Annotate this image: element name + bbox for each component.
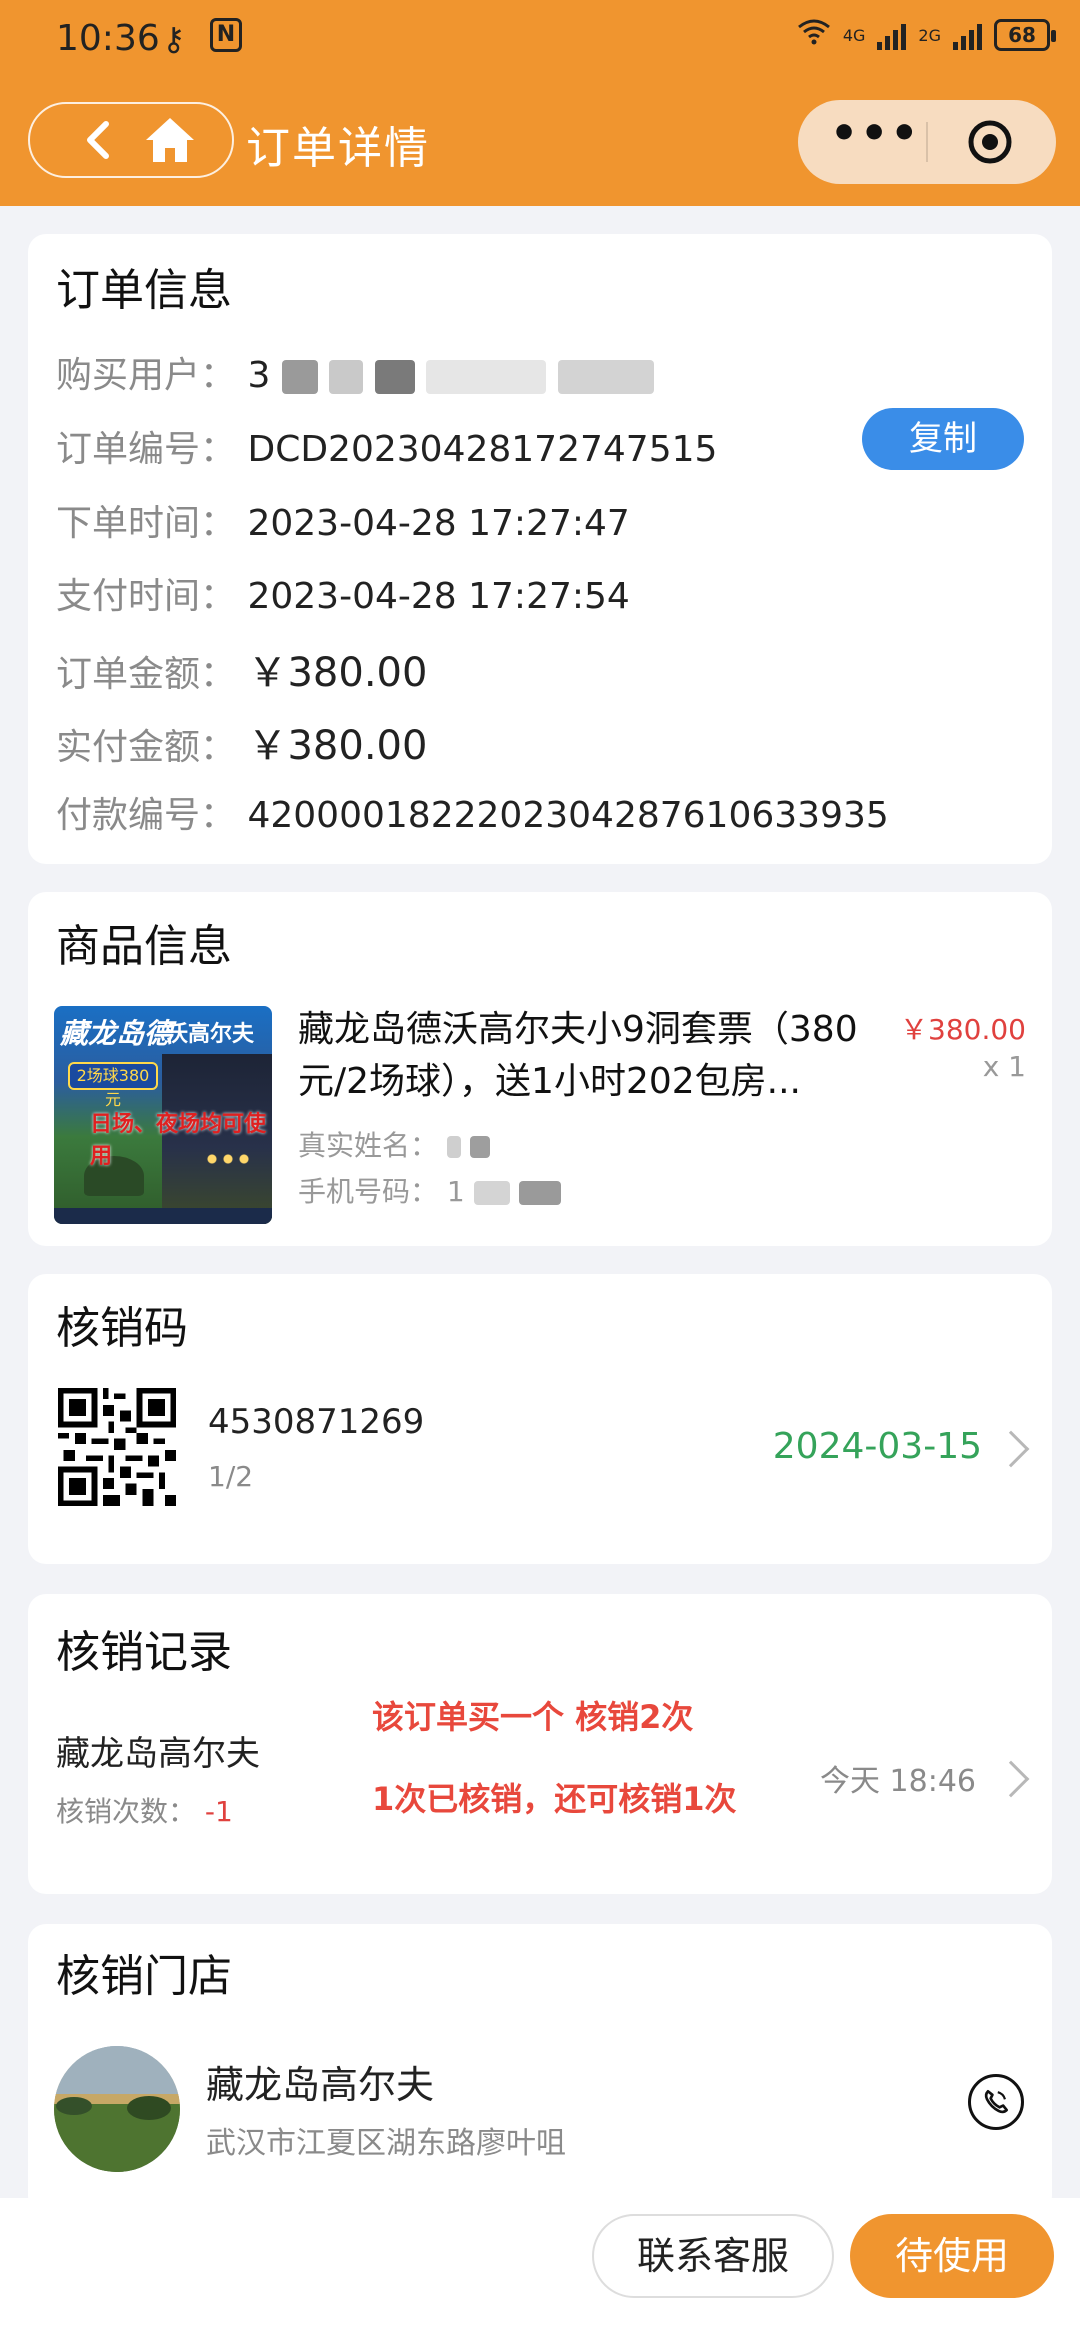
redacted-mask bbox=[446, 1136, 461, 1158]
order-no-label: 订单编号： bbox=[56, 429, 237, 470]
verify-code-date: 2024-03-15 bbox=[772, 1426, 982, 1467]
product-info-card: 商品信息 藏龙岛德 沃高尔夫 2场球380元 日场、夜场均可使用 藏龙岛德沃高尔… bbox=[28, 892, 1052, 1246]
card-title: 核销门店 bbox=[56, 1951, 232, 2002]
more-icon[interactable]: ••• bbox=[830, 112, 918, 170]
record-count-label: 核销次数： bbox=[56, 1795, 197, 1828]
record-count: 核销次数： -1 bbox=[56, 1790, 233, 1830]
amount-row: 订单金额： ￥380.00 bbox=[56, 640, 427, 698]
verify-record-card[interactable]: 核销记录 藏龙岛高尔夫 核销次数： -1 该订单买一个 核销2次 1次已核销，还… bbox=[28, 1594, 1052, 1894]
store-address: 武汉市江夏区湖东路廖叶咀 bbox=[206, 2126, 566, 2161]
store-name: 藏龙岛高尔夫 bbox=[206, 2063, 435, 2107]
redacted-mask bbox=[281, 360, 318, 394]
signal-icon bbox=[877, 20, 907, 50]
verify-code-card[interactable]: 核销码 4530871269 1/2 2024-03-15 bbox=[28, 1274, 1052, 1564]
product-quantity: x 1 bbox=[982, 1050, 1026, 1083]
store-avatar bbox=[54, 2046, 180, 2172]
redacted-mask bbox=[518, 1181, 561, 1205]
record-count-value: -1 bbox=[204, 1795, 233, 1828]
app-header: 10:36 ⚷ N 4G 2G 68 订单详情 ••• bbox=[0, 0, 1080, 206]
redacted-mask bbox=[473, 1181, 510, 1205]
thumb-caption: 日场、夜场均可使用 bbox=[90, 1112, 267, 1169]
verify-code-number: 4530871269 bbox=[208, 1402, 425, 1442]
capsule-divider bbox=[926, 122, 928, 162]
redacted-mask bbox=[426, 360, 547, 394]
product-name[interactable]: 藏龙岛德沃高尔夫小9洞套票（380元/2场球），送1小时202包房... bbox=[298, 1004, 898, 1108]
order-time-value: 2023-04-28 17:27:47 bbox=[247, 503, 630, 544]
chevron-right-icon bbox=[992, 1430, 1030, 1468]
wifi-icon bbox=[797, 18, 831, 52]
buyer-label: 购买用户： bbox=[56, 355, 237, 396]
thumb-badge: 2场球380元 bbox=[68, 1062, 158, 1109]
annotation-note: 1次已核销，还可核销1次 bbox=[372, 1780, 737, 1818]
qr-code-icon[interactable] bbox=[58, 1388, 176, 1506]
pay-time-row: 支付时间： 2023-04-28 17:27:54 bbox=[56, 567, 630, 619]
paid-row: 实付金额： ￥380.00 bbox=[56, 713, 427, 771]
record-store-name: 藏龙岛高尔夫 bbox=[56, 1734, 260, 1774]
redacted-mask bbox=[557, 360, 654, 394]
paid-value: ￥380.00 bbox=[247, 723, 428, 769]
buyer-value: 3 bbox=[247, 355, 271, 396]
home-icon[interactable] bbox=[142, 114, 198, 166]
page-title: 订单详情 bbox=[246, 123, 430, 174]
card-title: 核销码 bbox=[56, 1303, 188, 1354]
pending-use-button[interactable]: 待使用 bbox=[850, 2214, 1054, 2298]
pay-no-row: 付款编号： 4200001822202304287610633935 bbox=[56, 786, 889, 838]
buyer-row: 购买用户： 3 bbox=[56, 346, 654, 398]
verify-code-count: 1/2 bbox=[208, 1460, 254, 1493]
mini-program-capsule: ••• bbox=[798, 100, 1056, 184]
phone-label: 手机号码： bbox=[298, 1175, 439, 1208]
signal-icon bbox=[953, 20, 982, 50]
phone-icon[interactable] bbox=[968, 2074, 1024, 2130]
nfc-icon: N bbox=[210, 18, 242, 52]
status-bar: 10:36 ⚷ N 4G 2G 68 bbox=[0, 0, 1080, 78]
phone-value: 1 bbox=[446, 1175, 465, 1208]
order-no-value: DCD20230428172747515 bbox=[247, 429, 718, 470]
product-thumbnail[interactable]: 藏龙岛德 沃高尔夫 2场球380元 日场、夜场均可使用 bbox=[54, 1006, 272, 1224]
back-icon[interactable] bbox=[76, 116, 124, 164]
amount-value: ￥380.00 bbox=[247, 650, 428, 696]
status-indicators: 4G 2G 68 bbox=[797, 18, 1056, 52]
verify-store-card: 核销门店 藏龙岛高尔夫 武汉市江夏区湖东路廖叶咀 bbox=[28, 1924, 1052, 2214]
battery-icon: 68 bbox=[994, 19, 1056, 51]
thumb-title-2: 沃高尔夫 bbox=[166, 1022, 255, 1047]
order-no-row: 订单编号： DCD20230428172747515 bbox=[56, 420, 717, 472]
product-price: ￥380.00 bbox=[900, 1013, 1026, 1046]
order-info-card: 订单信息 购买用户： 3 订单编号： DCD20230428172747515 … bbox=[28, 234, 1052, 864]
pay-no-label: 付款编号： bbox=[56, 795, 237, 836]
bottom-action-bar: 联系客服 待使用 bbox=[0, 2198, 1080, 2340]
contact-service-button[interactable]: 联系客服 bbox=[592, 2214, 834, 2298]
record-time: 今天 18:46 bbox=[820, 1764, 976, 1799]
real-name-row: 真实姓名： bbox=[298, 1124, 490, 1164]
paid-label: 实付金额： bbox=[56, 727, 237, 768]
card-title: 商品信息 bbox=[56, 921, 232, 972]
amount-label: 订单金额： bbox=[56, 654, 237, 695]
nav-capsule bbox=[28, 102, 234, 178]
phone-row: 手机号码： 1 bbox=[298, 1170, 561, 1210]
pay-time-label: 支付时间： bbox=[56, 576, 237, 617]
order-time-row: 下单时间： 2023-04-28 17:27:47 bbox=[56, 494, 630, 546]
redacted-mask bbox=[329, 360, 364, 394]
order-time-label: 下单时间： bbox=[56, 503, 237, 544]
pay-time-value: 2023-04-28 17:27:54 bbox=[247, 576, 630, 617]
thumb-title: 藏龙岛德 bbox=[60, 1017, 173, 1050]
net2-label: 2G bbox=[918, 25, 941, 45]
redacted-mask bbox=[374, 360, 415, 394]
card-title: 订单信息 bbox=[56, 265, 232, 316]
chevron-right-icon bbox=[992, 1760, 1030, 1798]
status-time: 10:36 bbox=[56, 18, 160, 59]
close-target-icon[interactable] bbox=[966, 118, 1014, 166]
redacted-mask bbox=[469, 1136, 490, 1158]
thumb-footer bbox=[54, 1208, 272, 1224]
copy-button[interactable]: 复制 bbox=[862, 408, 1024, 470]
annotation-note: 该订单买一个 核销2次 bbox=[372, 1698, 694, 1736]
card-title: 核销记录 bbox=[56, 1627, 232, 1678]
pay-no-value: 4200001822202304287610633935 bbox=[247, 795, 889, 836]
key-icon: ⚷ bbox=[162, 20, 186, 58]
real-name-label: 真实姓名： bbox=[298, 1129, 439, 1162]
net1-label: 4G bbox=[842, 25, 866, 45]
